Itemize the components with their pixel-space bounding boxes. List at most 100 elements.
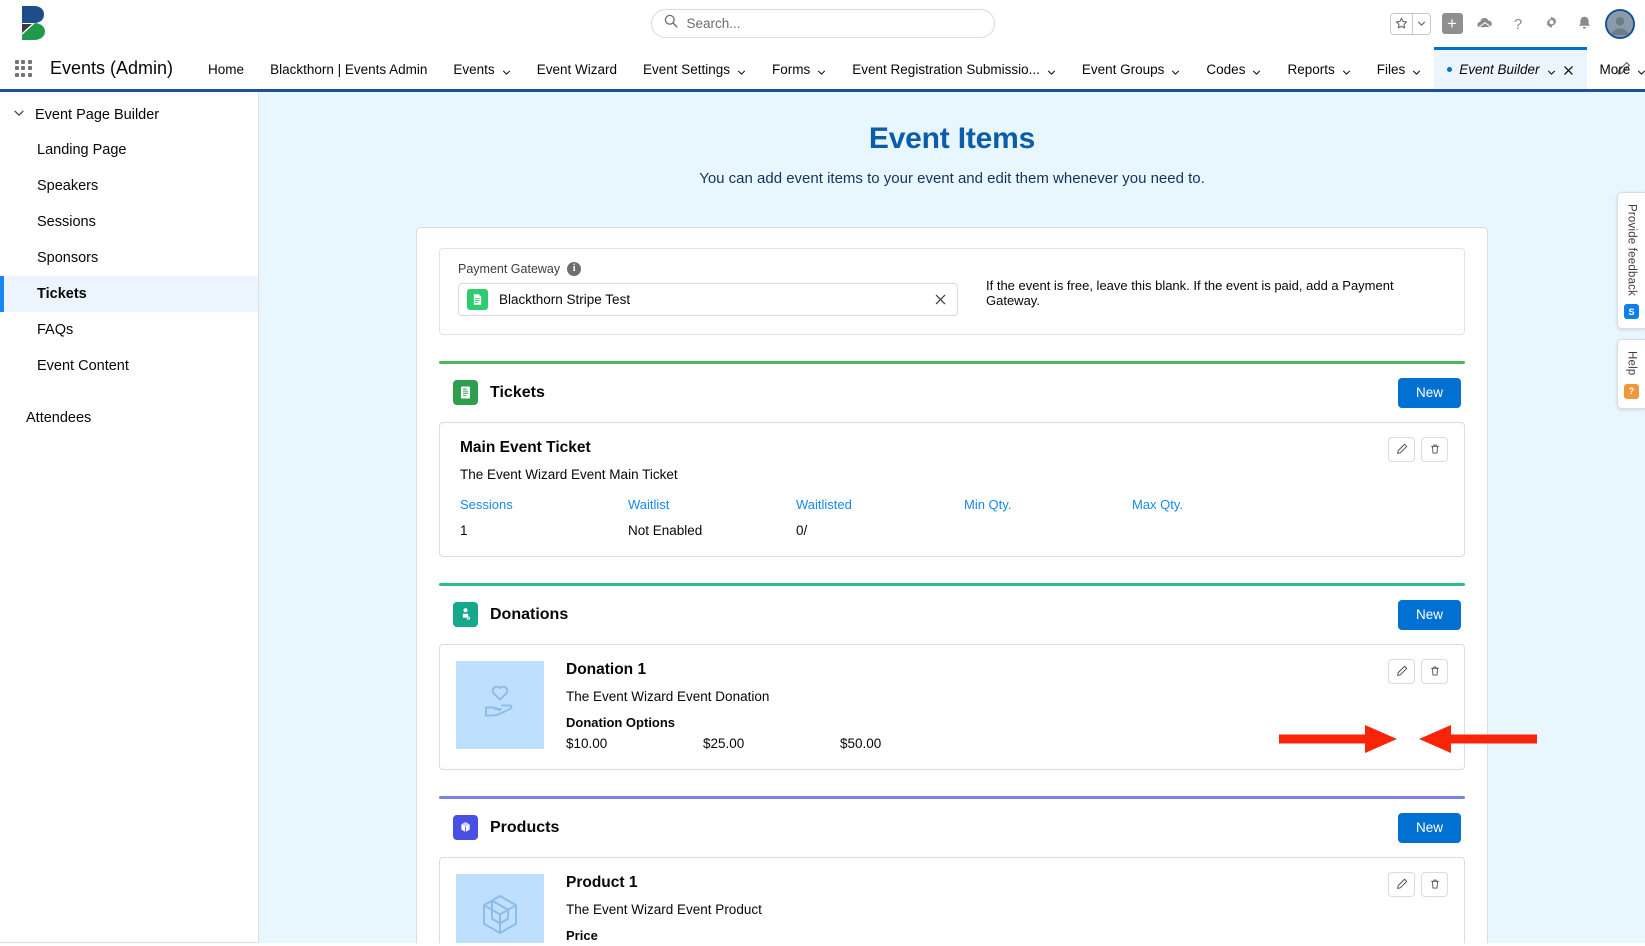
edit-donation-pencil-icon[interactable]	[1388, 658, 1415, 684]
help-tab[interactable]: Help ?	[1617, 339, 1645, 409]
payment-gateway-label: Payment Gateway	[458, 261, 561, 276]
new-product-button[interactable]: New	[1397, 812, 1461, 843]
donation-option: $25.00	[703, 735, 745, 751]
favorites-group[interactable]	[1390, 12, 1431, 35]
search-input[interactable]: Search...	[650, 9, 995, 38]
nav-item-event-groups[interactable]: Event Groups	[1069, 47, 1194, 89]
notifications-bell-icon[interactable]	[1572, 12, 1596, 36]
chevron-down-icon[interactable]	[502, 65, 511, 75]
heart-in-hand-icon	[476, 678, 524, 731]
nav-item-event-builder[interactable]: Event Builder	[1434, 47, 1587, 89]
ticket-row-actions	[1388, 436, 1448, 462]
nav-item-label: Reports	[1287, 62, 1335, 77]
nav-item-home[interactable]: Home	[195, 47, 257, 89]
ticket-meta-col: Sessions 1	[460, 497, 628, 538]
payment-gateway-input[interactable]: Blackthorn Stripe Test	[458, 282, 958, 316]
sidebar-item-sponsors[interactable]: Sponsors	[0, 240, 258, 276]
favorites-chevron-down-icon[interactable]	[1412, 13, 1430, 34]
sidebar-group-event-page-builder[interactable]: Event Page Builder	[0, 98, 258, 132]
sidebar-item-faqs[interactable]: FAQs	[0, 312, 258, 348]
nav-item-reports[interactable]: Reports	[1274, 47, 1363, 89]
ticket-meta-value: 0/	[796, 522, 808, 538]
nav-item-codes[interactable]: Codes	[1193, 47, 1274, 89]
nav-item-files[interactable]: Files	[1364, 47, 1435, 89]
nav-item-event-settings[interactable]: Event Settings	[630, 47, 759, 89]
donation-options-row: $10.00 $25.00 $50.00	[566, 736, 1448, 751]
chevron-down-icon[interactable]	[13, 107, 25, 123]
section-header-donations: Donations New	[439, 586, 1465, 644]
nav-item-label: Event Groups	[1081, 62, 1165, 77]
chevron-down-icon[interactable]	[1171, 65, 1180, 75]
ticket-meta-header[interactable]: Sessions	[460, 497, 628, 512]
ticket-meta-col: Max Qty.	[1132, 497, 1300, 538]
ticket-meta-value: 1	[460, 522, 468, 538]
provide-feedback-tab[interactable]: Provide feedback S	[1617, 192, 1645, 330]
ticket-meta-header[interactable]: Waitlisted	[796, 497, 964, 512]
chevron-down-icon[interactable]	[817, 65, 826, 75]
nav-item-label: Event Wizard	[536, 62, 617, 77]
sidebar-item-sessions[interactable]: Sessions	[0, 204, 258, 240]
setup-gear-icon[interactable]	[1539, 12, 1563, 36]
chevron-down-icon[interactable]	[1637, 65, 1645, 75]
global-search[interactable]: Search...	[650, 9, 995, 38]
app-launcher-button[interactable]	[0, 47, 46, 89]
section-title-donations: Donations	[490, 605, 569, 623]
nav-item-more[interactable]: More	[1587, 47, 1645, 89]
ticket-meta-header[interactable]: Max Qty.	[1132, 497, 1300, 512]
avatar[interactable]	[1605, 8, 1635, 39]
product-name: Product 1	[566, 873, 638, 891]
donation-name: Donation 1	[566, 660, 647, 678]
edit-product-pencil-icon[interactable]	[1388, 871, 1415, 897]
product-icon	[453, 815, 478, 841]
delete-donation-trash-icon[interactable]	[1421, 658, 1448, 684]
chevron-down-icon[interactable]	[1412, 65, 1421, 75]
search-placeholder-text: Search...	[686, 16, 741, 31]
product-item-card: Product 1 The Event Wizard Event Product…	[439, 856, 1465, 943]
chevron-down-icon[interactable]	[1547, 65, 1556, 75]
sidebar-item-landing-page[interactable]: Landing Page	[0, 132, 258, 168]
sidebar-item-event-content[interactable]: Event Content	[0, 348, 258, 384]
sidebar-item-tickets[interactable]: Tickets	[0, 276, 258, 312]
chevron-down-icon[interactable]	[1252, 65, 1261, 75]
nav-item-events[interactable]: Events	[440, 47, 523, 89]
close-icon[interactable]	[934, 293, 947, 306]
ticket-description: The Event Wizard Event Main Ticket	[460, 466, 678, 482]
event-items-card: Payment Gateway i Blackthorn Stripe Test…	[416, 226, 1488, 943]
global-actions-plus-icon[interactable]: +	[1440, 12, 1464, 36]
nav-item-blackthorn-events-admin[interactable]: Blackthorn | Events Admin	[257, 47, 440, 89]
blackthorn-logo[interactable]	[14, 2, 56, 44]
ticket-icon	[453, 380, 478, 406]
edit-ticket-pencil-icon[interactable]	[1388, 436, 1415, 462]
new-donation-button[interactable]: New	[1397, 599, 1461, 630]
help-question-icon[interactable]: ?	[1506, 12, 1530, 36]
sidebar-item-attendees[interactable]: Attendees	[0, 400, 258, 436]
delete-ticket-trash-icon[interactable]	[1421, 436, 1448, 462]
section-tickets: Tickets New Main Event Ticket The Event …	[439, 360, 1465, 557]
app-name[interactable]: Events (Admin)	[46, 47, 195, 89]
delete-product-trash-icon[interactable]	[1421, 871, 1448, 897]
product-thumbnail	[456, 873, 544, 943]
nav-item-label: Event Builder	[1459, 62, 1540, 77]
ticket-meta-header[interactable]: Waitlist	[628, 497, 796, 512]
nav-item-forms[interactable]: Forms	[759, 47, 839, 89]
ticket-name: Main Event Ticket	[460, 438, 591, 456]
new-ticket-button[interactable]: New	[1397, 377, 1461, 408]
ticket-meta-header[interactable]: Min Qty.	[964, 497, 1132, 512]
nav-item-event-wizard[interactable]: Event Wizard	[524, 47, 630, 89]
sidebar-item-speakers[interactable]: Speakers	[0, 168, 258, 204]
product-description: The Event Wizard Event Product	[566, 901, 762, 917]
close-icon[interactable]	[1563, 64, 1574, 75]
chevron-down-icon[interactable]	[1047, 65, 1056, 75]
ticket-meta-col: Waitlist Not Enabled	[628, 497, 796, 538]
canvas-inner: Event Items You can add event items to y…	[259, 92, 1645, 943]
info-icon[interactable]: i	[567, 261, 582, 276]
document-record-icon	[467, 288, 488, 310]
provide-feedback-label: Provide feedback	[1625, 204, 1638, 297]
cloud-icon[interactable]	[1473, 12, 1497, 36]
chevron-down-icon[interactable]	[737, 65, 746, 75]
nav-item-event-registration-submissions[interactable]: Event Registration Submissio...	[839, 47, 1069, 89]
favorites-star-icon[interactable]	[1391, 13, 1412, 34]
section-header-products: Products New	[439, 799, 1465, 857]
chevron-down-icon[interactable]	[1342, 65, 1351, 75]
ticket-item-card: Main Event Ticket The Event Wizard Event…	[439, 421, 1465, 557]
